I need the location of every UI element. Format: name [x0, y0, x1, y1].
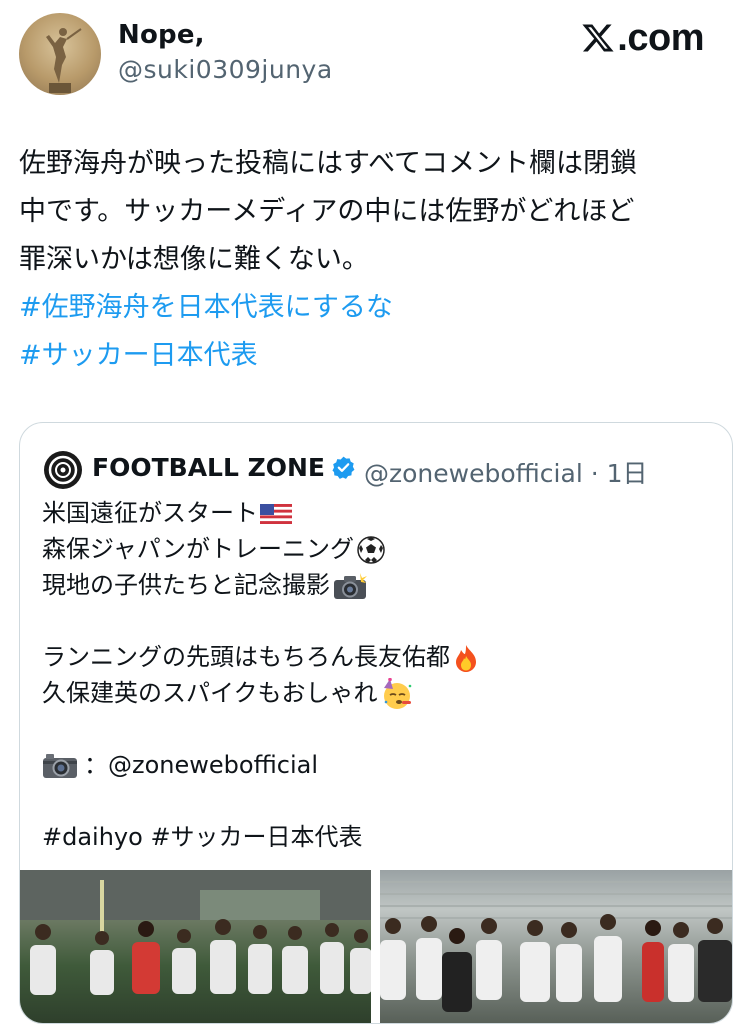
x-logo-icon: [582, 24, 614, 52]
media-photo[interactable]: [380, 870, 732, 1023]
quoted-post-card[interactable]: FOOTBALL ZONE @zonewebofficial · 1日 米国遠征…: [19, 422, 733, 1024]
camera-icon: [43, 754, 77, 778]
quote-line: 米国遠征がスタート: [42, 495, 712, 531]
quote-line-text: 久保建英のスパイクもおしゃれ: [42, 679, 378, 707]
quote-media: [20, 870, 732, 1023]
quote-line: [42, 711, 712, 747]
quote-line: ランニングの先頭はもちろん長友佑都: [42, 639, 712, 675]
quote-line-text: ランニングの先頭はもちろん長友佑都: [42, 643, 450, 671]
media-photo[interactable]: [20, 870, 371, 1023]
quote-line-text: 現地の子供たちと記念撮影: [42, 571, 330, 599]
post-line: 佐野海舟が映った投稿にはすべてコメント欄は閉鎖: [19, 148, 638, 179]
post-line: 罪深いかは想像に難くない。: [19, 244, 369, 275]
quote-author-name[interactable]: FOOTBALL ZONE: [92, 453, 325, 482]
quote-line: 久保建英のスパイクもおしゃれ: [42, 675, 712, 711]
author-avatar[interactable]: [19, 13, 101, 95]
soccer-ball-icon: [357, 536, 385, 564]
quote-time[interactable]: 1日: [607, 459, 648, 488]
quote-line-text: 森保ジャパンがトレーニング: [42, 535, 354, 563]
quote-line: 現地の子供たちと記念撮影: [42, 567, 712, 603]
football-zone-logo-icon: [48, 455, 78, 485]
post-line: 中です。サッカーメディアの中には佐野がどれほど: [19, 196, 635, 227]
quote-line: [42, 783, 712, 819]
separator: ·: [590, 459, 599, 488]
hashtag-link[interactable]: #サッカー日本代表: [19, 332, 731, 380]
quote-avatar[interactable]: [44, 451, 82, 489]
quote-body: 米国遠征がスタート 森保ジャパンがトレーニング 現地の子供たちと記念撮影 ランニ…: [42, 495, 712, 855]
quote-handle-time: @zonewebofficial · 1日: [364, 454, 648, 490]
quote-line: [42, 603, 712, 639]
party-face-icon: [383, 678, 411, 709]
quote-hashtags: #daihyo #サッカー日本代表: [42, 823, 363, 851]
verified-badge-icon: [332, 456, 355, 479]
post-body: 佐野海舟が映った投稿にはすべてコメント欄は閉鎖 中です。サッカーメディアの中には…: [19, 140, 731, 380]
quote-line: ：@zonewebofficial: [42, 747, 712, 783]
author-display-name[interactable]: Nope,: [118, 20, 205, 50]
brand-text: .com: [617, 16, 704, 59]
x-com-watermark: .com: [580, 16, 704, 59]
quote-line: 森保ジャパンがトレーニング: [42, 531, 712, 567]
quote-line-text: 米国遠征がスタート: [42, 499, 258, 527]
fire-icon: [456, 645, 476, 672]
us-flag-icon: [260, 504, 292, 524]
author-handle[interactable]: @suki0309junya: [118, 55, 333, 84]
camera-flash-icon: [334, 573, 367, 599]
quote-handle[interactable]: @zonewebofficial: [364, 459, 583, 488]
hashtag-link[interactable]: #佐野海舟を日本代表にするな: [19, 284, 731, 332]
quote-credit: ：@zonewebofficial: [84, 751, 319, 779]
